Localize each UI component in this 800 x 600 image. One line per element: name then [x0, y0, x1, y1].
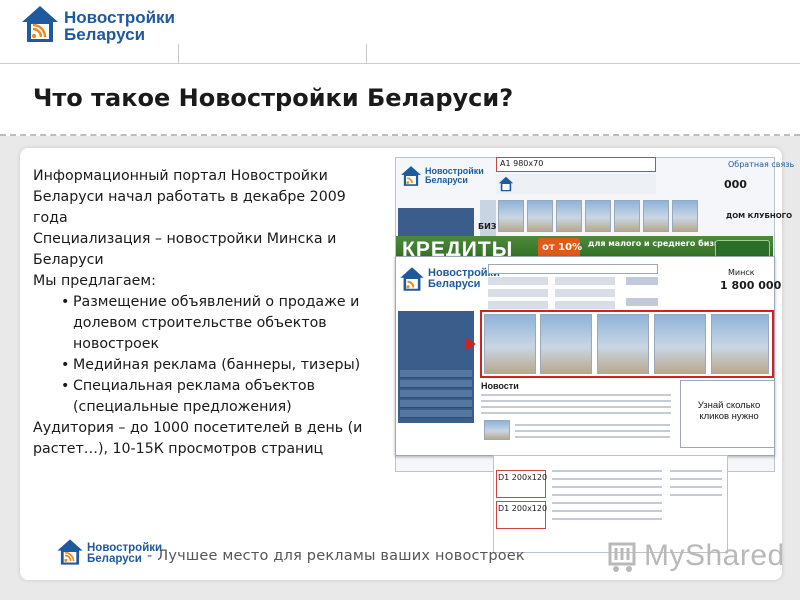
credit-banner-subtitle: для малого и среднего бизнеса: [588, 239, 736, 248]
mockup-text-line: [670, 470, 722, 472]
tab-divider: [366, 44, 367, 64]
specialization-paragraph: Специализация – новостройки Минска и Бел…: [33, 231, 337, 268]
mockup-news-heading: Новости: [481, 381, 519, 391]
mockup-building-thumb: [527, 200, 553, 232]
offer-thumb: [597, 314, 649, 374]
mockup-text-line: [552, 486, 662, 488]
house-rss-icon: [400, 267, 424, 291]
mockup-header-strip: [496, 174, 656, 194]
mockup-select: [488, 301, 548, 309]
mockup-nav-item: [400, 380, 472, 388]
mockup-button: [626, 277, 658, 285]
mockup-price-top: 000: [724, 178, 747, 191]
mockup-text-line: [552, 470, 662, 472]
mockup-text-fragment: БИЗ: [478, 222, 497, 231]
arrow-right-icon: [466, 338, 476, 350]
offer-item: Специальная реклама объектов (специальны…: [61, 376, 383, 418]
mockup-text-line: [670, 494, 722, 496]
mockup-price: 1 800 000: [720, 279, 782, 292]
mockup-text-line: [515, 436, 670, 438]
mockup-text-line: [515, 424, 670, 426]
offer-thumb: [654, 314, 706, 374]
banner-a1-label: A1 980x70: [500, 159, 544, 168]
offer-list: Размещение объявлений о продаже и долево…: [33, 292, 383, 418]
offer-thumb: [540, 314, 592, 374]
header-logo[interactable]: Новостройки Беларуси: [20, 4, 175, 48]
mockup-text-line: [481, 394, 671, 396]
mockup-select: [488, 289, 548, 297]
mockup-logo-line2: Беларуси: [425, 175, 468, 185]
footer-logo-line2: Беларуси: [87, 553, 142, 565]
mockup-building-thumb: [498, 200, 524, 232]
mockup-building-thumb: [614, 200, 640, 232]
tab-divider: [178, 44, 179, 64]
mockup-text-line: [552, 494, 662, 496]
mockup-text-line: [552, 518, 662, 520]
watermark-cart-icon: [608, 542, 636, 572]
footer-tagline: - Лучшее место для рекламы ваших новостр…: [147, 548, 525, 564]
mockup-feedback-link: Обратная связь: [728, 160, 795, 169]
banner-d1-label: D1 200x120: [498, 473, 548, 482]
credit-banner-percent: от 10%: [542, 242, 583, 253]
mockup-text-line: [481, 412, 671, 414]
mockup-nav-item: [400, 400, 472, 408]
offer-item: Медийная реклама (баннеры, тизеры): [61, 355, 383, 376]
mockup-text-line: [552, 510, 662, 512]
mockup-nav-item: [400, 370, 472, 378]
mockup-nav-top: [398, 208, 474, 236]
offer-item: Размещение объявлений о продаже и долево…: [61, 292, 383, 355]
offer-heading: Мы предлагаем:: [33, 273, 156, 289]
intro-paragraph: Информационный портал Новостройки Белару…: [33, 168, 346, 226]
mockup-select: [555, 277, 615, 285]
mockup-building-thumb: [643, 200, 669, 232]
mockup-text-line: [552, 502, 662, 504]
teaser-ad-text: Узнай сколько кликов нужно: [697, 400, 761, 422]
mockup-text-line: [515, 430, 670, 432]
offer-thumb: [484, 314, 536, 374]
house-rss-icon: [401, 166, 421, 186]
mockup-building-thumb: [585, 200, 611, 232]
mockup-building-thumb: [556, 200, 582, 232]
mockup-select: [488, 277, 548, 285]
mockup-text-line: [670, 478, 722, 480]
mockup-text-line: [670, 486, 722, 488]
mockup-text-line: [481, 406, 671, 408]
mockup-text-line: [552, 478, 662, 480]
mockup-select: [555, 289, 615, 297]
news-thumb: [484, 420, 510, 440]
house-rss-icon: [498, 176, 514, 192]
mockup-city: Минск: [728, 268, 755, 277]
offer-thumb: [711, 314, 769, 374]
mockup-text-line: [481, 400, 671, 402]
mockup-button: [626, 298, 658, 306]
description-text: Информационный портал Новостройки Белару…: [33, 166, 383, 460]
page-title: Что такое Новостройки Беларуси?: [33, 84, 514, 112]
mockup-text-fragment: ДОМ КЛУБНОГО: [726, 212, 793, 220]
mockup-logo-front: Новостройки Беларуси: [399, 266, 500, 292]
mockup-logo-small: [498, 176, 514, 192]
mockup-front-logo-line2: Беларуси: [428, 278, 481, 290]
watermark: MyShared: [608, 538, 785, 574]
mockup-search-field: [488, 264, 658, 274]
house-rss-icon: [20, 4, 60, 48]
logo-line2: Беларуси: [64, 25, 146, 44]
banner-d1-label: D1 200x120: [498, 504, 548, 513]
mockup-select: [555, 301, 615, 309]
logo-text: Новостройки Беларуси: [64, 9, 175, 43]
mockup-logo: Новостройки Беларуси: [400, 165, 484, 187]
mockup-building-thumb: [672, 200, 698, 232]
audience-paragraph: Аудитория – до 1000 посетителей в день (…: [33, 420, 363, 457]
watermark-text: MyShared: [644, 539, 785, 572]
mockup-nav-item: [400, 410, 472, 418]
house-rss-icon: [56, 538, 84, 570]
mockup-nav-item: [400, 390, 472, 398]
